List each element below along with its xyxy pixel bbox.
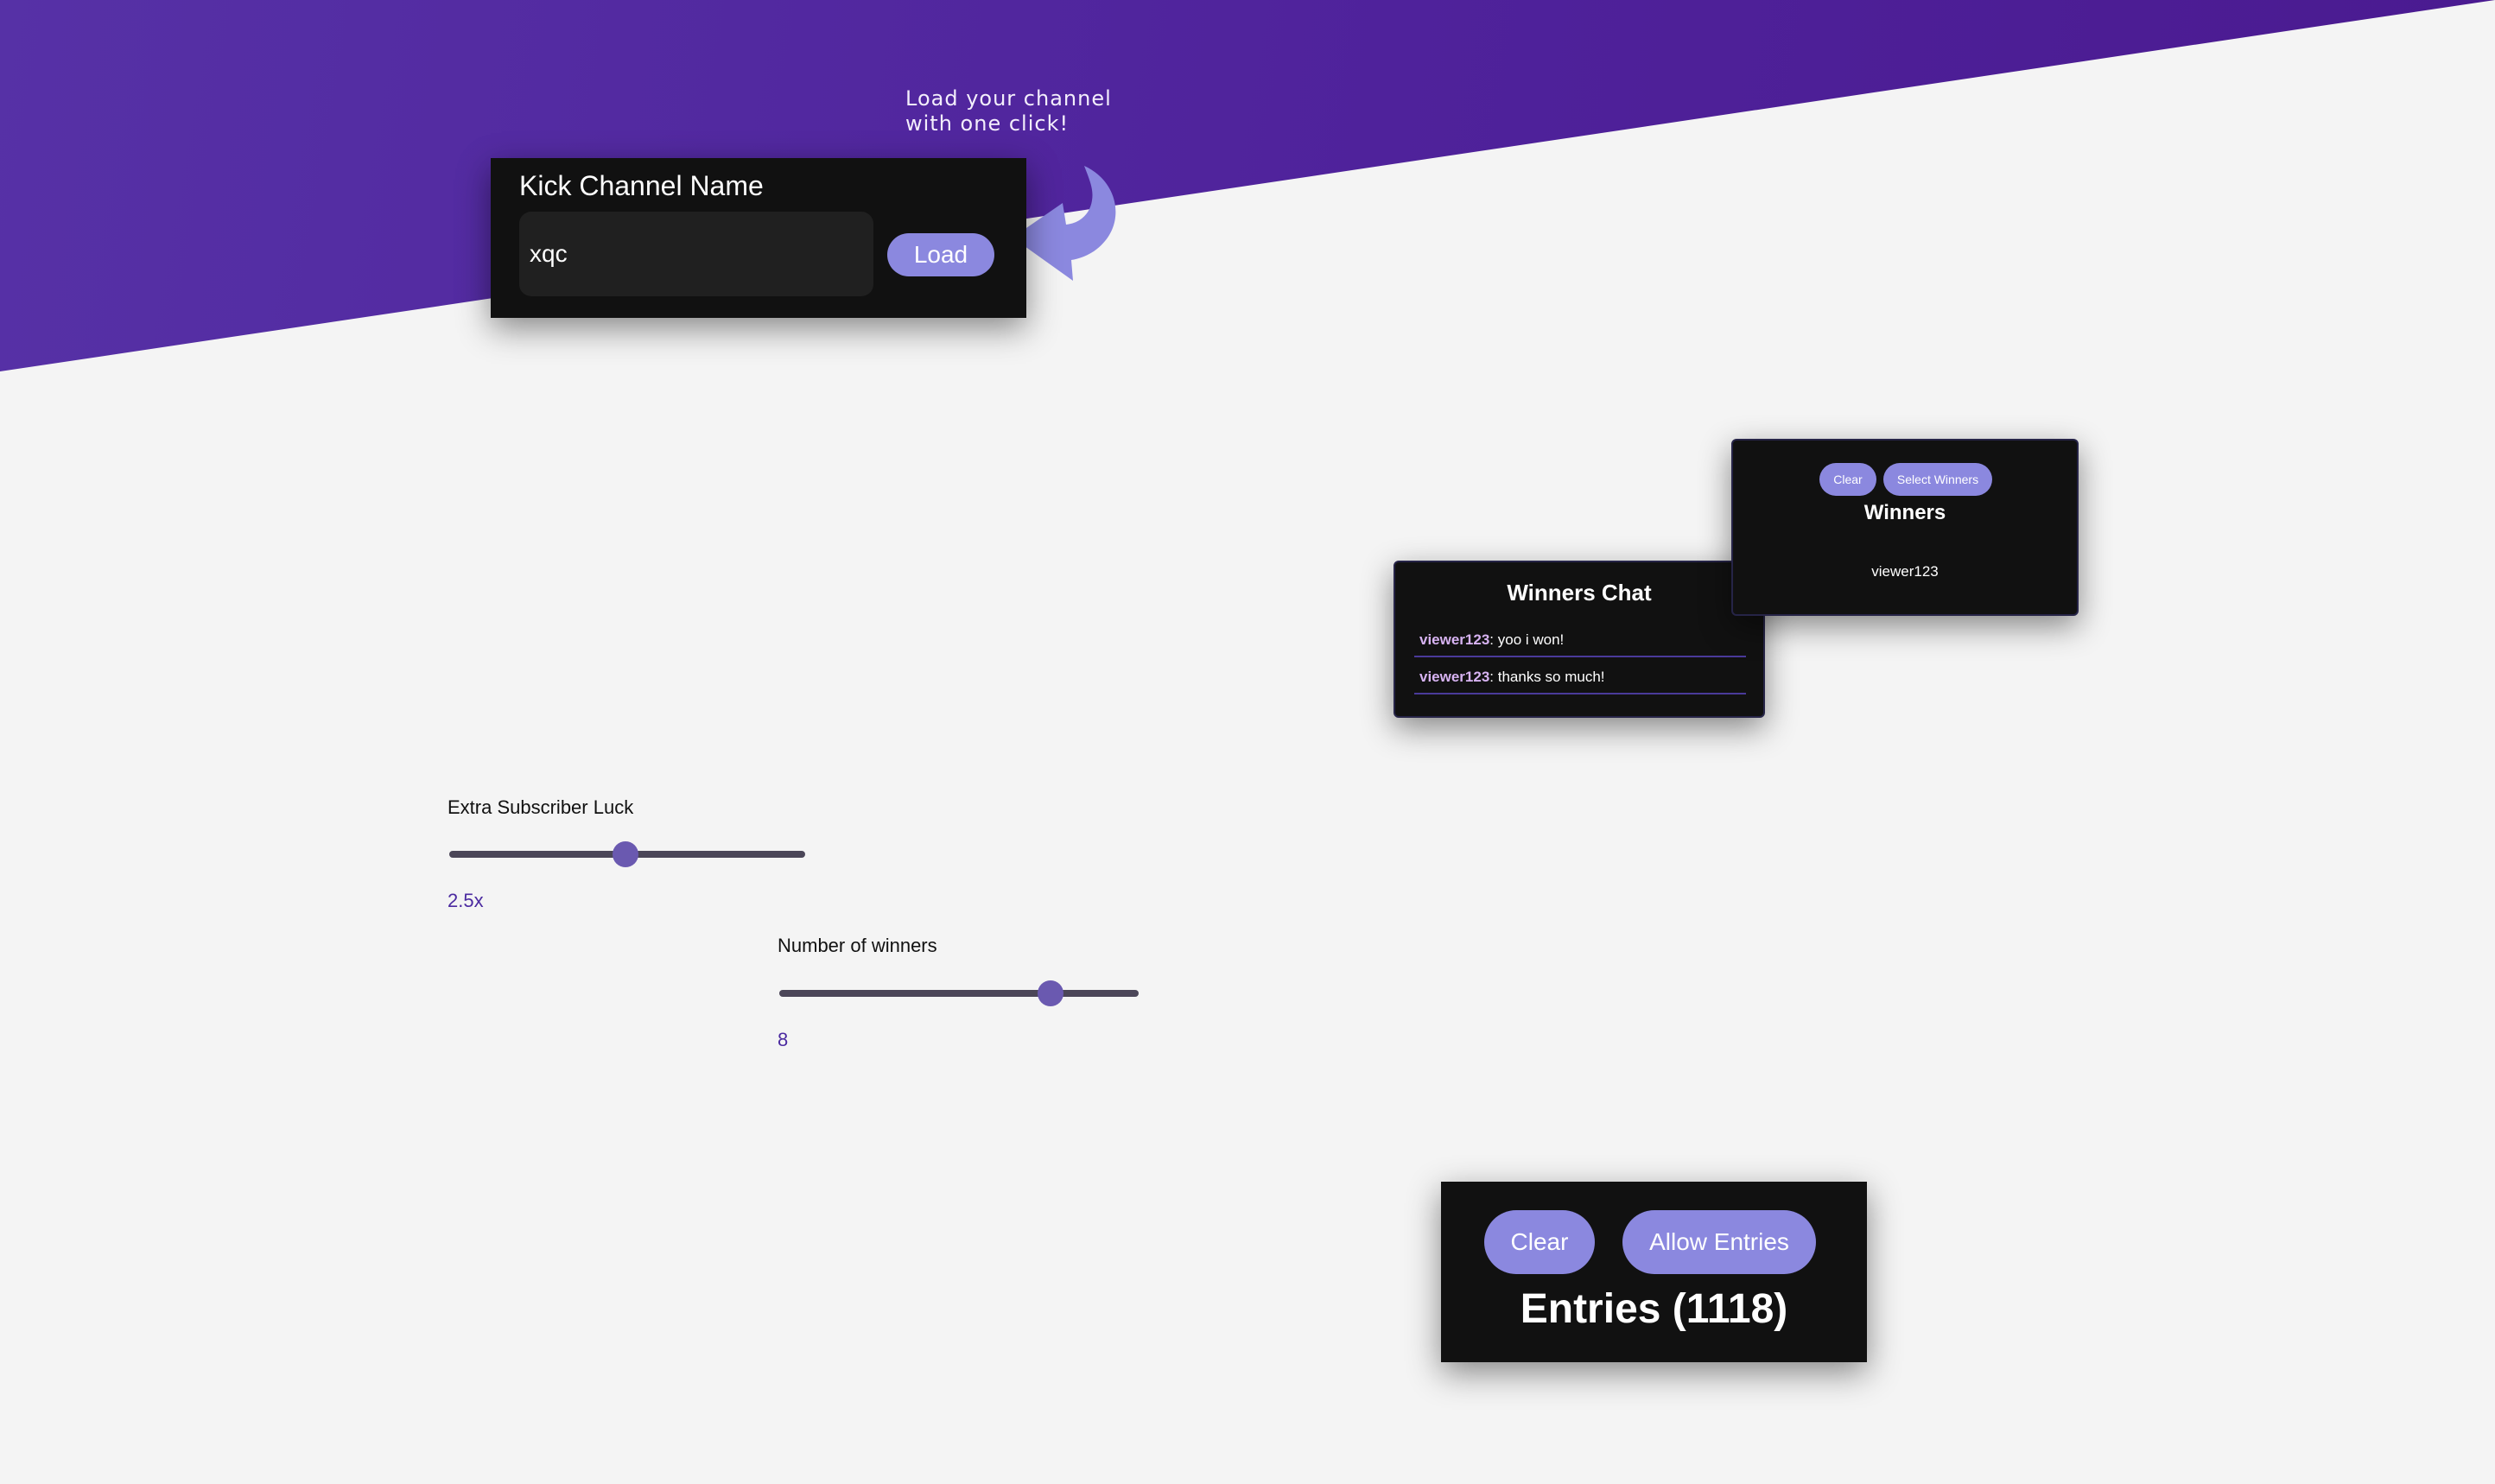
channel-name-input[interactable] [519,212,873,296]
entries-count-title: Entries (1118) [1520,1286,1788,1332]
chat-username: viewer123 [1419,631,1490,648]
number-of-winners-value: 8 [778,1029,789,1050]
clear-entries-button[interactable]: Clear [1484,1210,1595,1274]
subscriber-luck-slider-thumb[interactable] [613,841,638,867]
hero-banner-background [0,0,2495,371]
winners-chat-title: Winners Chat [1507,580,1652,606]
entries-panel: Clear Allow Entries Entries (1118) [1441,1182,1867,1362]
subscriber-luck-control: Extra Subscriber Luck 2.5x [448,796,810,917]
winners-chat-panel: Winners Chat viewer123: yoo i won! viewe… [1394,561,1765,718]
load-button[interactable]: Load [887,233,994,276]
winner-list-item: viewer123 [1871,563,1939,580]
winners-panel: Clear Select Winners Winners viewer123 [1731,439,2079,616]
number-of-winners-slider-thumb[interactable] [1038,980,1063,1006]
number-of-winners-label: Number of winners [778,935,937,956]
subscriber-luck-label: Extra Subscriber Luck [448,796,634,818]
channel-name-label: Kick Channel Name [519,170,764,201]
channel-loader-panel: Kick Channel Name Load [491,158,1026,318]
winners-title: Winners [1863,501,1946,524]
chat-message: viewer123: thanks so much! [1414,660,1746,694]
chat-message-text: : thanks so much! [1489,669,1605,685]
number-of-winners-slider-track[interactable] [779,990,1139,997]
load-channel-hint: Load your channel with one click! [905,86,1165,136]
subscriber-luck-value: 2.5x [448,890,484,911]
hint-line-1: Load your channel [905,86,1112,111]
select-winners-button[interactable]: Select Winners [1883,463,1992,496]
clear-winners-button[interactable]: Clear [1819,463,1876,496]
allow-entries-button[interactable]: Allow Entries [1622,1210,1816,1274]
chat-message-text: : yoo i won! [1489,631,1565,648]
number-of-winners-control: Number of winners 8 [778,935,1140,1056]
chat-username: viewer123 [1419,669,1490,685]
hint-line-2: with one click! [905,111,1070,136]
chat-message: viewer123: yoo i won! [1414,623,1746,657]
